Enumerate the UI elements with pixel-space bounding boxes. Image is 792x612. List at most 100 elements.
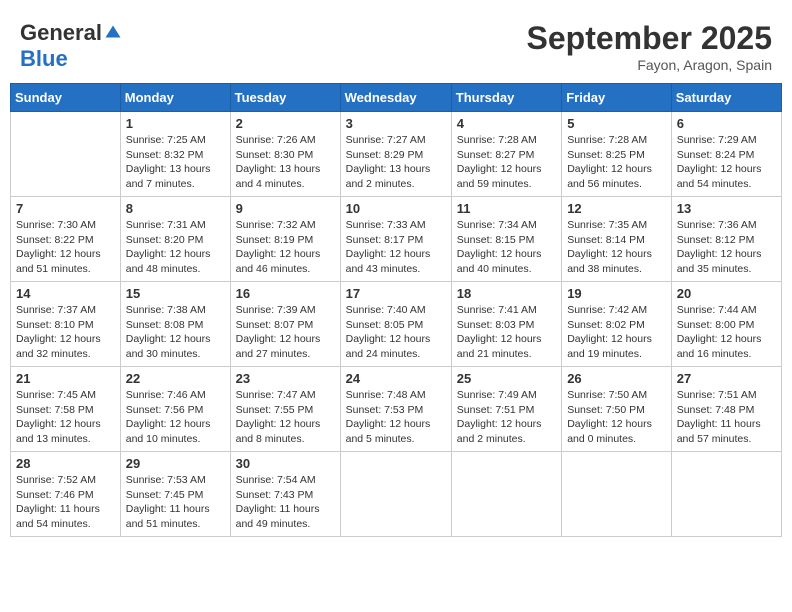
day-number: 9 [236, 201, 335, 216]
day-number: 11 [457, 201, 556, 216]
day-info: Sunrise: 7:32 AMSunset: 8:19 PMDaylight:… [236, 218, 335, 277]
calendar-cell: 12 Sunrise: 7:35 AMSunset: 8:14 PMDayligh… [562, 197, 672, 282]
calendar-table: SundayMondayTuesdayWednesdayThursdayFrid… [10, 83, 782, 537]
day-header-sunday: Sunday [11, 84, 121, 112]
day-info: Sunrise: 7:38 AMSunset: 8:08 PMDaylight:… [126, 303, 225, 362]
calendar-cell: 19 Sunrise: 7:42 AMSunset: 8:02 PMDayligh… [562, 282, 672, 367]
day-number: 12 [567, 201, 666, 216]
day-info: Sunrise: 7:48 AMSunset: 7:53 PMDaylight:… [346, 388, 446, 447]
month-title: September 2025 Fayon, Aragon, Spain [527, 20, 772, 73]
calendar-cell: 5 Sunrise: 7:28 AMSunset: 8:25 PMDaylight… [562, 112, 672, 197]
calendar-cell: 11Sunrise: 7:34 AMSunset: 8:15 PMDayligh… [451, 197, 561, 282]
day-info: Sunrise: 7:52 AMSunset: 7:46 PMDaylight:… [16, 473, 115, 532]
day-number: 15 [126, 286, 225, 301]
day-number: 14 [16, 286, 115, 301]
day-info: Sunrise: 7:35 AMSunset: 8:14 PMDaylight:… [567, 218, 666, 277]
day-info: Sunrise: 7:30 AMSunset: 8:22 PMDaylight:… [16, 218, 115, 277]
calendar-cell [562, 452, 672, 537]
week-row-1: 1 Sunrise: 7:25 AMSunset: 8:32 PMDaylight… [11, 112, 782, 197]
day-number: 3 [346, 116, 446, 131]
logo: General Blue [20, 20, 122, 72]
day-info: Sunrise: 7:36 AMSunset: 8:12 PMDaylight:… [677, 218, 776, 277]
day-info: Sunrise: 7:49 AMSunset: 7:51 PMDaylight:… [457, 388, 556, 447]
day-number: 10 [346, 201, 446, 216]
day-number: 4 [457, 116, 556, 131]
day-info: Sunrise: 7:41 AMSunset: 8:03 PMDaylight:… [457, 303, 556, 362]
day-number: 13 [677, 201, 776, 216]
page-header: General Blue September 2025 Fayon, Arago… [10, 10, 782, 78]
calendar-cell: 22 Sunrise: 7:46 AMSunset: 7:56 PMDayligh… [120, 367, 230, 452]
calendar-cell: 23Sunrise: 7:47 AMSunset: 7:55 PMDayligh… [230, 367, 340, 452]
day-info: Sunrise: 7:44 AMSunset: 8:00 PMDaylight:… [677, 303, 776, 362]
calendar-cell: 6 Sunrise: 7:29 AMSunset: 8:24 PMDaylight… [671, 112, 781, 197]
calendar-cell [451, 452, 561, 537]
calendar-cell: 28Sunrise: 7:52 AMSunset: 7:46 PMDayligh… [11, 452, 121, 537]
day-number: 6 [677, 116, 776, 131]
calendar-cell: 21 Sunrise: 7:45 AMSunset: 7:58 PMDayligh… [11, 367, 121, 452]
calendar-cell: 18 Sunrise: 7:41 AMSunset: 8:03 PMDayligh… [451, 282, 561, 367]
day-number: 16 [236, 286, 335, 301]
day-info: Sunrise: 7:28 AMSunset: 8:27 PMDaylight:… [457, 133, 556, 192]
day-info: Sunrise: 7:29 AMSunset: 8:24 PMDaylight:… [677, 133, 776, 192]
day-number: 5 [567, 116, 666, 131]
day-number: 8 [126, 201, 225, 216]
calendar-cell [11, 112, 121, 197]
day-info: Sunrise: 7:31 AMSunset: 8:20 PMDaylight:… [126, 218, 225, 277]
calendar-cell: 20 Sunrise: 7:44 AMSunset: 8:00 PMDayligh… [671, 282, 781, 367]
day-number: 30 [236, 456, 335, 471]
day-info: Sunrise: 7:54 AMSunset: 7:43 PMDaylight:… [236, 473, 335, 532]
calendar-cell: 27 Sunrise: 7:51 AMSunset: 7:48 PMDayligh… [671, 367, 781, 452]
week-row-3: 14 Sunrise: 7:37 AMSunset: 8:10 PMDayligh… [11, 282, 782, 367]
day-info: Sunrise: 7:51 AMSunset: 7:48 PMDaylight:… [677, 388, 776, 447]
calendar-cell: 24 Sunrise: 7:48 AMSunset: 7:53 PMDayligh… [340, 367, 451, 452]
month-year: September 2025 [527, 20, 772, 57]
logo-icon [104, 24, 122, 42]
day-info: Sunrise: 7:40 AMSunset: 8:05 PMDaylight:… [346, 303, 446, 362]
calendar-cell: 15 Sunrise: 7:38 AMSunset: 8:08 PMDayligh… [120, 282, 230, 367]
week-row-5: 28Sunrise: 7:52 AMSunset: 7:46 PMDayligh… [11, 452, 782, 537]
day-info: Sunrise: 7:26 AMSunset: 8:30 PMDaylight:… [236, 133, 335, 192]
calendar-cell: 10Sunrise: 7:33 AMSunset: 8:17 PMDayligh… [340, 197, 451, 282]
day-number: 22 [126, 371, 225, 386]
calendar-cell: 7 Sunrise: 7:30 AMSunset: 8:22 PMDaylight… [11, 197, 121, 282]
day-info: Sunrise: 7:28 AMSunset: 8:25 PMDaylight:… [567, 133, 666, 192]
day-number: 26 [567, 371, 666, 386]
calendar-cell: 25Sunrise: 7:49 AMSunset: 7:51 PMDayligh… [451, 367, 561, 452]
day-number: 1 [126, 116, 225, 131]
calendar-cell: 9 Sunrise: 7:32 AMSunset: 8:19 PMDaylight… [230, 197, 340, 282]
day-header-saturday: Saturday [671, 84, 781, 112]
week-row-4: 21 Sunrise: 7:45 AMSunset: 7:58 PMDayligh… [11, 367, 782, 452]
logo-general-text: General [20, 20, 102, 46]
day-number: 18 [457, 286, 556, 301]
day-info: Sunrise: 7:39 AMSunset: 8:07 PMDaylight:… [236, 303, 335, 362]
calendar-cell: 16 Sunrise: 7:39 AMSunset: 8:07 PMDayligh… [230, 282, 340, 367]
day-number: 2 [236, 116, 335, 131]
week-row-2: 7 Sunrise: 7:30 AMSunset: 8:22 PMDaylight… [11, 197, 782, 282]
calendar-cell [671, 452, 781, 537]
calendar-cell: 30 Sunrise: 7:54 AMSunset: 7:43 PMDayligh… [230, 452, 340, 537]
day-info: Sunrise: 7:46 AMSunset: 7:56 PMDaylight:… [126, 388, 225, 447]
calendar-cell: 1 Sunrise: 7:25 AMSunset: 8:32 PMDaylight… [120, 112, 230, 197]
day-number: 24 [346, 371, 446, 386]
day-number: 29 [126, 456, 225, 471]
day-number: 7 [16, 201, 115, 216]
day-number: 23 [236, 371, 335, 386]
day-header-monday: Monday [120, 84, 230, 112]
calendar-cell: 29Sunrise: 7:53 AMSunset: 7:45 PMDayligh… [120, 452, 230, 537]
calendar-cell: 14 Sunrise: 7:37 AMSunset: 8:10 PMDayligh… [11, 282, 121, 367]
day-number: 27 [677, 371, 776, 386]
day-info: Sunrise: 7:45 AMSunset: 7:58 PMDaylight:… [16, 388, 115, 447]
logo-blue-text: Blue [20, 46, 68, 72]
day-number: 17 [346, 286, 446, 301]
calendar-cell: 3Sunrise: 7:27 AMSunset: 8:29 PMDaylight… [340, 112, 451, 197]
day-number: 19 [567, 286, 666, 301]
day-info: Sunrise: 7:25 AMSunset: 8:32 PMDaylight:… [126, 133, 225, 192]
calendar-cell [340, 452, 451, 537]
day-info: Sunrise: 7:42 AMSunset: 8:02 PMDaylight:… [567, 303, 666, 362]
day-info: Sunrise: 7:37 AMSunset: 8:10 PMDaylight:… [16, 303, 115, 362]
day-number: 21 [16, 371, 115, 386]
calendar-cell: 17 Sunrise: 7:40 AMSunset: 8:05 PMDayligh… [340, 282, 451, 367]
day-info: Sunrise: 7:50 AMSunset: 7:50 PMDaylight:… [567, 388, 666, 447]
day-header-tuesday: Tuesday [230, 84, 340, 112]
day-number: 20 [677, 286, 776, 301]
